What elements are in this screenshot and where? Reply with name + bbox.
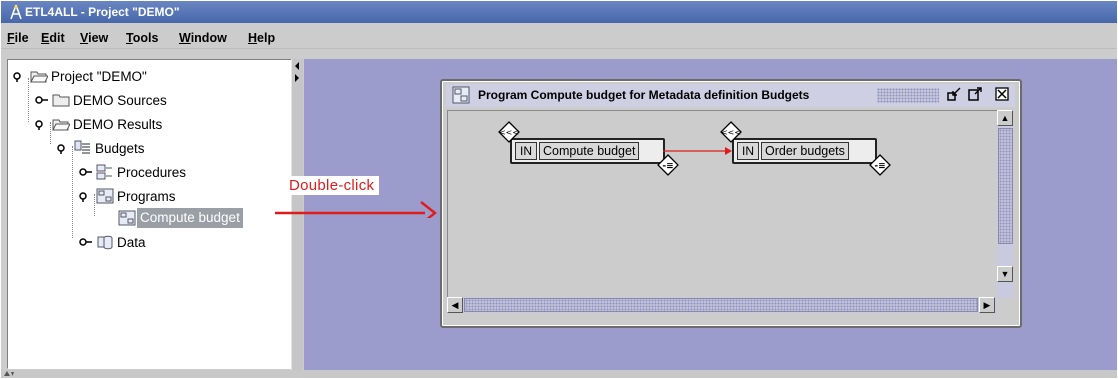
resize-arrows-icon[interactable] xyxy=(3,370,15,378)
close-icon[interactable] xyxy=(993,86,1011,104)
program-icon xyxy=(96,188,114,204)
input-diamond-icon[interactable]: <<< xyxy=(498,121,520,143)
in-port-label: IN xyxy=(737,142,759,160)
block-name: Compute budget xyxy=(539,142,640,160)
annotation-arrow xyxy=(275,201,437,218)
block-name: Order budgets xyxy=(761,142,849,160)
title-bar[interactable]: ETL4ALL - Project "DEMO" xyxy=(1,1,1117,23)
tree-label: Programs xyxy=(117,189,176,204)
database-icon xyxy=(97,235,113,250)
program-block[interactable]: IN Compute budget xyxy=(510,138,665,164)
folder-icon xyxy=(52,94,70,107)
collapsed-key-icon[interactable] xyxy=(79,235,93,249)
split-pane-divider[interactable] xyxy=(291,59,303,377)
horizontal-scroll-thumb[interactable] xyxy=(464,298,978,312)
program-icon xyxy=(118,210,136,226)
maximize-icon[interactable] xyxy=(966,86,984,104)
block-frame: IN Compute budget xyxy=(510,138,665,164)
tree-label: Project "DEMO" xyxy=(51,69,147,84)
minimize-icon[interactable] xyxy=(945,86,963,104)
program-editor-window[interactable]: Program Compute budget for Metadata defi… xyxy=(440,79,1022,328)
title-grip xyxy=(877,88,939,103)
scroll-left-icon[interactable]: ◀ xyxy=(447,297,463,313)
tree-line xyxy=(94,194,95,216)
horizontal-scrollbar[interactable]: ◀ ▶ xyxy=(447,297,997,313)
expanded-key-icon[interactable] xyxy=(13,69,27,83)
app-logo-icon xyxy=(10,4,22,20)
in-port-label: IN xyxy=(515,142,537,160)
scroll-right-icon[interactable]: ▶ xyxy=(979,297,995,313)
out-port-text: -≡ xyxy=(662,162,673,172)
menu-bar: File Edit View Tools Window Help xyxy=(1,23,1117,49)
collapsed-key-icon[interactable] xyxy=(79,165,93,179)
app-window: ETL4ALL - Project "DEMO" File Edit View … xyxy=(1,1,1117,378)
window-title: ETL4ALL - Project "DEMO" xyxy=(25,5,180,19)
in-port-text: <<< xyxy=(721,128,741,137)
menu-file[interactable]: File xyxy=(7,31,29,45)
split-arrows-icon[interactable] xyxy=(294,61,300,83)
scroll-down-icon[interactable]: ▼ xyxy=(997,266,1013,282)
expanded-key-icon[interactable] xyxy=(57,141,71,155)
program-icon xyxy=(452,86,470,104)
in-port-text: <<< xyxy=(499,128,519,137)
vertical-scrollbar[interactable]: ▲ ▼ xyxy=(997,110,1013,298)
tree-label: Procedures xyxy=(117,165,187,180)
open-folder-icon xyxy=(30,71,48,83)
program-block[interactable]: IN Order budgets xyxy=(732,138,877,164)
menu-edit[interactable]: Edit xyxy=(41,31,65,45)
open-folder-icon xyxy=(52,119,70,131)
tree-line xyxy=(50,122,51,144)
block-frame: IN Order budgets xyxy=(732,138,877,164)
connector-arrow[interactable] xyxy=(663,141,733,161)
tree-label: DEMO Sources xyxy=(73,93,167,108)
procedure-icon xyxy=(96,164,112,180)
internal-frame-title-bar[interactable]: Program Compute budget for Metadata defi… xyxy=(446,84,1015,107)
input-diamond-icon[interactable]: <<< xyxy=(720,121,742,143)
vertical-scroll-thumb[interactable] xyxy=(998,128,1013,244)
program-canvas[interactable]: IN Compute budget <<< -≡ IN Order budget… xyxy=(447,110,998,298)
menu-window[interactable]: Window xyxy=(179,31,227,45)
tree-line xyxy=(28,78,29,122)
expanded-key-icon[interactable] xyxy=(35,117,49,131)
scroll-up-icon[interactable]: ▲ xyxy=(997,110,1013,126)
project-tree[interactable]: Project "DEMO" DEMO Sources DEMO Results… xyxy=(7,59,291,369)
tree-label: DEMO Results xyxy=(73,117,163,132)
menu-tools[interactable]: Tools xyxy=(126,31,158,45)
tree-label: Data xyxy=(117,235,146,250)
out-port-text: -≡ xyxy=(874,162,885,172)
menu-view[interactable]: View xyxy=(80,31,108,45)
tree-line xyxy=(72,146,73,238)
metadata-icon xyxy=(74,140,90,154)
double-click-annotation: Double-click xyxy=(284,176,380,195)
collapsed-key-icon[interactable] xyxy=(35,93,49,107)
tree-label: Budgets xyxy=(95,141,145,156)
status-strip xyxy=(1,370,1117,378)
expanded-key-icon[interactable] xyxy=(79,189,93,203)
internal-frame-title: Program Compute budget for Metadata defi… xyxy=(478,88,810,102)
tree-label-selected: Compute budget xyxy=(137,208,243,228)
output-diamond-icon[interactable]: -≡ xyxy=(869,154,891,176)
menu-help[interactable]: Help xyxy=(248,31,275,45)
